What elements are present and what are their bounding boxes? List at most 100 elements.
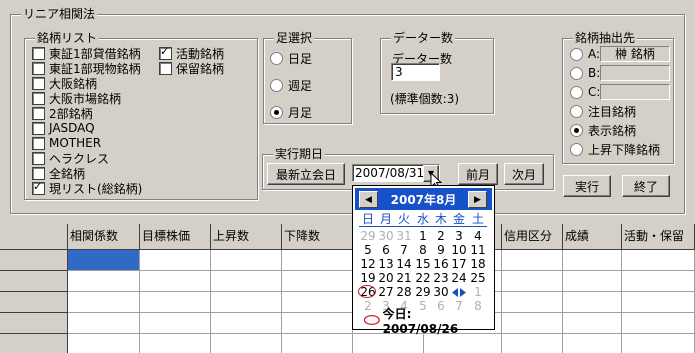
extract-target-option[interactable]: C: [570, 84, 600, 100]
calendar-day[interactable]: 14 [396, 257, 412, 272]
grid-cell[interactable] [622, 334, 695, 353]
stock-list-item[interactable]: 現リスト(総銘柄) [32, 180, 142, 196]
grid-cell[interactable] [211, 292, 282, 313]
calendar-day[interactable]: 11 [470, 243, 486, 258]
calendar-day[interactable]: 6 [378, 243, 394, 258]
calendar-day[interactable]: 24 [451, 271, 467, 286]
grid-row-header[interactable] [0, 313, 68, 334]
grid-cell[interactable] [282, 313, 353, 334]
grid-cell[interactable] [622, 313, 695, 334]
calendar-day[interactable]: 1 [415, 229, 431, 244]
extract-target-option[interactable]: 表示銘柄 [570, 122, 636, 138]
grid-cell[interactable] [68, 313, 140, 334]
grid-column-header[interactable]: 目標株価 [140, 224, 211, 250]
extract-target-option[interactable]: 上昇下降銘柄 [570, 141, 660, 157]
bar-type-option[interactable]: 月足 [270, 104, 312, 120]
grid-cell[interactable] [502, 313, 563, 334]
data-count-input[interactable]: 3 [391, 63, 440, 81]
results-grid[interactable]: 相関係数 目標株価 上昇数 下降数 信用区分 成績 活動・保留 [0, 224, 695, 353]
calendar-day[interactable]: 16 [433, 257, 449, 272]
calendar-day[interactable]: 15 [415, 257, 431, 272]
grid-row-header[interactable] [0, 250, 68, 271]
calendar-day[interactable]: 8 [415, 243, 431, 258]
calendar-day[interactable]: 29 [360, 229, 376, 244]
grid-cell[interactable] [282, 271, 353, 292]
calendar-next-button[interactable]: ▶ [468, 191, 487, 208]
grid-cell[interactable] [563, 313, 622, 334]
calendar-day[interactable]: 21 [396, 271, 412, 286]
grid-cell[interactable] [140, 271, 211, 292]
grid-column-header[interactable]: 相関係数 [68, 224, 140, 250]
calendar-day[interactable]: 29 [415, 285, 431, 300]
grid-cell[interactable] [282, 292, 353, 313]
grid-cell[interactable] [211, 250, 282, 271]
grid-cell[interactable] [140, 313, 211, 334]
calendar-day[interactable]: 1 [470, 285, 486, 300]
extract-target-option[interactable]: B: [570, 65, 600, 81]
stock-list-item[interactable]: 2部銘柄 [32, 105, 93, 121]
grid-cell[interactable] [563, 250, 622, 271]
latest-date-button[interactable]: 最新立会日 [267, 163, 345, 185]
calendar-day[interactable]: 23 [433, 271, 449, 286]
calendar-day[interactable]: 2 [433, 229, 449, 244]
grid-row-header[interactable] [0, 292, 68, 313]
grid-cell[interactable] [140, 292, 211, 313]
grid-cell[interactable] [502, 334, 563, 353]
grid-cell[interactable] [282, 334, 353, 353]
calendar-day[interactable]: 31 [396, 229, 412, 244]
grid-column-header[interactable]: 信用区分 [502, 224, 563, 250]
stock-list-item[interactable]: JASDAQ [32, 120, 95, 136]
next-month-button[interactable]: 次月 [504, 163, 544, 185]
run-button[interactable]: 実行 [563, 175, 611, 197]
grid-cell[interactable] [140, 250, 211, 271]
grid-cell[interactable] [211, 334, 282, 353]
extract-target-option[interactable]: A: [570, 46, 600, 62]
stock-filter-item[interactable]: 保留銘柄 [159, 60, 224, 76]
grid-cell[interactable] [211, 313, 282, 334]
grid-cell[interactable] [424, 334, 502, 353]
grid-cell[interactable] [563, 334, 622, 353]
calendar-day[interactable]: 28 [396, 285, 412, 300]
grid-cell[interactable] [140, 334, 211, 353]
grid-cell[interactable] [563, 271, 622, 292]
grid-cell[interactable] [211, 271, 282, 292]
calendar-day[interactable]: 7 [396, 243, 412, 258]
grid-cell[interactable] [353, 334, 424, 353]
grid-cell[interactable] [502, 250, 563, 271]
calendar-day[interactable]: 10 [451, 243, 467, 258]
calendar-day[interactable]: 18 [470, 257, 486, 272]
grid-row-header[interactable] [0, 271, 68, 292]
calendar-day[interactable]: 20 [378, 271, 394, 286]
grid-cell[interactable] [68, 250, 140, 271]
calendar-day[interactable]: 12 [360, 257, 376, 272]
grid-cell[interactable] [563, 292, 622, 313]
calendar-day[interactable]: 3 [451, 229, 467, 244]
grid-cell[interactable] [282, 250, 353, 271]
grid-column-header[interactable]: 下降数 [282, 224, 353, 250]
bar-type-option[interactable]: 日足 [270, 50, 312, 66]
grid-cell[interactable] [68, 271, 140, 292]
grid-column-header[interactable]: 上昇数 [211, 224, 282, 250]
calendar-day[interactable]: 5 [360, 243, 376, 258]
end-button[interactable]: 終了 [622, 175, 670, 197]
calendar-day[interactable]: 19 [360, 271, 376, 286]
grid-cell[interactable] [68, 334, 140, 353]
prev-month-button[interactable]: 前月 [458, 163, 498, 185]
grid-cell[interactable] [622, 250, 695, 271]
calendar-day[interactable]: 27 [378, 285, 394, 300]
grid-column-header[interactable]: 活動・保留 [622, 224, 695, 250]
calendar-day[interactable]: 30 [433, 285, 449, 300]
calendar-day[interactable]: 30 [378, 229, 394, 244]
grid-column-header[interactable]: 成績 [563, 224, 622, 250]
grid-cell[interactable] [502, 271, 563, 292]
grid-cell[interactable] [502, 292, 563, 313]
grid-row-header[interactable] [0, 334, 68, 353]
calendar-day[interactable]: 4 [470, 229, 486, 244]
calendar-day[interactable]: 9 [433, 243, 449, 258]
calendar-day[interactable]: 22 [415, 271, 431, 286]
calendar-day[interactable]: 25 [470, 271, 486, 286]
calendar-prev-button[interactable]: ◀ [359, 191, 378, 208]
grid-cell[interactable] [622, 271, 695, 292]
calendar-day[interactable]: 17 [451, 257, 467, 272]
grid-cell[interactable] [622, 292, 695, 313]
